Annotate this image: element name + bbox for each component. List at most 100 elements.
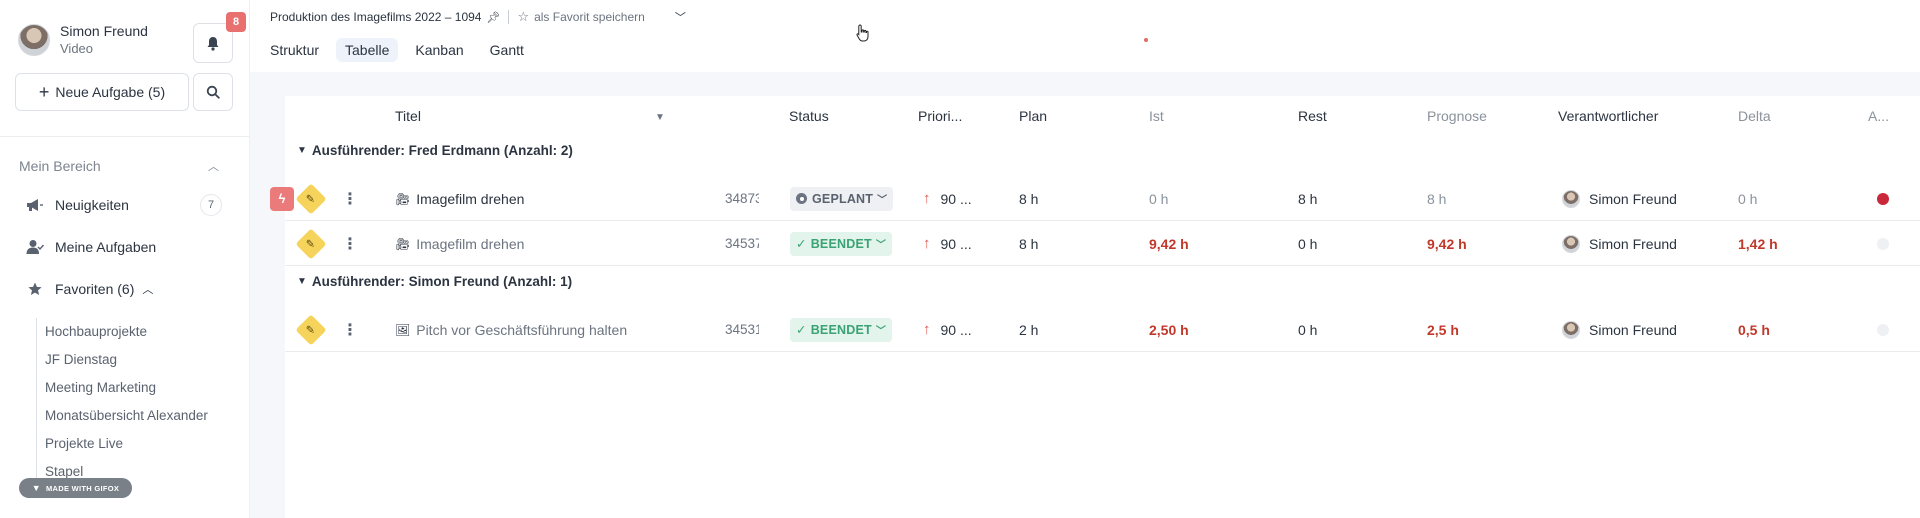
chevron-up-icon: ︿ [142,284,154,296]
status-label: BEENDET [810,322,872,337]
project-title[interactable]: Produktion des Imagefilms 2022 – 1094 [270,10,481,24]
task-id: 34873 [725,191,759,206]
flash-icon[interactable]: ϟ [270,186,294,211]
presentation-icon: 🖼︎ [395,322,411,337]
star-icon [25,280,45,298]
column-header-forecast[interactable]: Prognose [1427,108,1487,124]
chevron-down-icon[interactable]: ﹀ [675,9,686,25]
tab-table[interactable]: Tabelle [336,38,399,62]
arrow-up-icon: ↑ [923,190,931,207]
forecast-value: 2,5 h [1427,321,1459,338]
sidebar-item-my-tasks[interactable]: Meine Aufgaben [25,238,156,256]
column-header-status[interactable]: Status [789,108,829,124]
status-badge[interactable]: ✓ BEENDET ﹀ [790,317,893,342]
task-title[interactable]: Imagefilm drehen [416,191,524,207]
status-badge[interactable]: GEPLANT ﹀ [790,186,894,211]
section-header-my-area[interactable]: Mein Bereich ︿ [19,158,219,174]
fox-icon: ▼ [31,483,41,493]
priority-value: 90 ... [940,235,972,252]
tab-kanban[interactable]: Kanban [406,38,472,62]
status-label: GEPLANT [812,191,874,206]
column-header-actual[interactable]: Ist [1149,108,1164,124]
sidebar: Simon Freund Video 8 + Neue Aufgabe (5) … [0,0,250,518]
chevron-down-icon: ﹀ [875,326,887,337]
new-task-label: Neue Aufgabe (5) [55,84,166,100]
avatar [1562,320,1580,339]
group-header[interactable]: ▼ Ausführender: Simon Freund (Anzahl: 1) [297,274,572,289]
user-profile[interactable]: Simon Freund Video [18,22,148,58]
favorite-item[interactable]: Meeting Marketing [45,374,208,402]
more-options-icon[interactable]: ⋮ [342,307,358,352]
save-favorite-label: als Favorit speichern [534,10,645,24]
bell-icon [207,36,219,51]
breadcrumb-divider [508,10,510,24]
favorites-list: Hochbauprojekte JF Dienstag Meeting Mark… [36,318,208,486]
status-indicator [1877,237,1889,250]
avatar [1562,189,1580,208]
user-name: Simon Freund [60,23,148,39]
favorite-item[interactable]: Projekte Live [45,430,208,458]
sort-caret-icon[interactable]: ▼ [655,112,665,123]
column-header-title[interactable]: Titel [395,108,421,124]
task-id: 34531 [725,322,759,337]
view-tabs: Struktur Tabelle Kanban Gantt [270,38,541,62]
chevron-down-icon: ▼ [297,276,307,287]
save-favorite-button[interactable]: ☆ als Favorit speichern [517,9,644,25]
rest-value: 0 h [1298,321,1318,338]
column-header-delta[interactable]: Delta [1738,108,1771,124]
checkmark-icon: ✓ [796,323,807,337]
favorite-item[interactable]: Hochbauprojekte [45,318,208,346]
responsible-name[interactable]: Simon Freund [1589,236,1677,252]
column-header-plan[interactable]: Plan [1019,108,1047,124]
arrow-up-icon: ↑ [923,235,931,252]
breadcrumb: Produktion des Imagefilms 2022 – 1094 📌︎… [270,9,686,25]
group-label: Ausführender: Fred Erdmann (Anzahl: 2) [311,143,573,158]
delta-value: 1,42 h [1738,235,1778,252]
plus-icon: + [38,82,50,102]
status-badge[interactable]: ✓ BEENDET ﹀ [790,231,893,256]
pencil-icon[interactable]: ✎ [295,227,327,260]
column-header-rest[interactable]: Rest [1298,108,1327,124]
sidebar-item-label: Neuigkeiten [55,197,129,213]
tab-structure[interactable]: Struktur [270,38,328,62]
actual-value: 2,50 h [1149,321,1189,338]
chevron-down-icon: ▼ [297,145,307,156]
new-task-button[interactable]: + Neue Aufgabe (5) [15,73,189,111]
delta-value: 0 h [1738,190,1758,207]
table-row[interactable]: ✎ ⋮ 🎥︎ Imagefilm drehen 34537 ✓ BEENDET … [285,221,1920,266]
more-options-icon[interactable]: ⋮ [342,176,358,221]
planned-dot-icon [796,193,807,204]
column-header-extra[interactable]: A... [1868,108,1889,124]
sidebar-item-favorites[interactable]: Favoriten (6) ︿ [25,280,153,298]
table-row[interactable]: ✎ ⋮ 🖼︎ Pitch vor Geschäftsführung halten… [285,307,1920,352]
star-outline-icon: ☆ [517,9,530,24]
responsible-name[interactable]: Simon Freund [1589,191,1677,207]
actual-value: 9,42 h [1149,235,1189,252]
responsible-name[interactable]: Simon Freund [1589,322,1677,338]
sidebar-divider [0,136,250,137]
pin-icon[interactable]: 📌︎ [486,11,500,24]
user-subtitle: Video [60,41,94,56]
pencil-icon[interactable]: ✎ [295,313,327,346]
task-title[interactable]: Pitch vor Geschäftsführung halten [416,322,627,338]
megaphone-icon [25,196,45,214]
pencil-icon[interactable]: ✎ [295,182,327,215]
chevron-up-icon: ︿ [208,161,219,173]
status-indicator [1877,192,1889,205]
status-indicator [1877,323,1889,336]
search-button[interactable] [193,73,233,111]
search-icon [206,85,220,99]
table-row[interactable]: ϟ ✎ ⋮ 🎥︎ Imagefilm drehen 34873 GEPLANT … [270,176,1920,221]
indicator-dot [1144,38,1148,42]
column-header-priority[interactable]: Priori... [918,108,962,124]
sidebar-item-news[interactable]: Neuigkeiten [25,196,129,214]
favorite-item[interactable]: Monatsübersicht Alexander [45,402,208,430]
favorite-item[interactable]: JF Dienstag [45,346,208,374]
more-options-icon[interactable]: ⋮ [342,221,358,266]
group-header[interactable]: ▼ Ausführender: Fred Erdmann (Anzahl: 2) [297,143,573,158]
column-header-responsible[interactable]: Verantwortlicher [1558,108,1658,124]
tab-gantt[interactable]: Gantt [481,38,533,62]
priority-value: 90 ... [940,321,972,338]
task-title[interactable]: Imagefilm drehen [416,236,524,252]
forecast-value: 8 h [1427,190,1447,207]
